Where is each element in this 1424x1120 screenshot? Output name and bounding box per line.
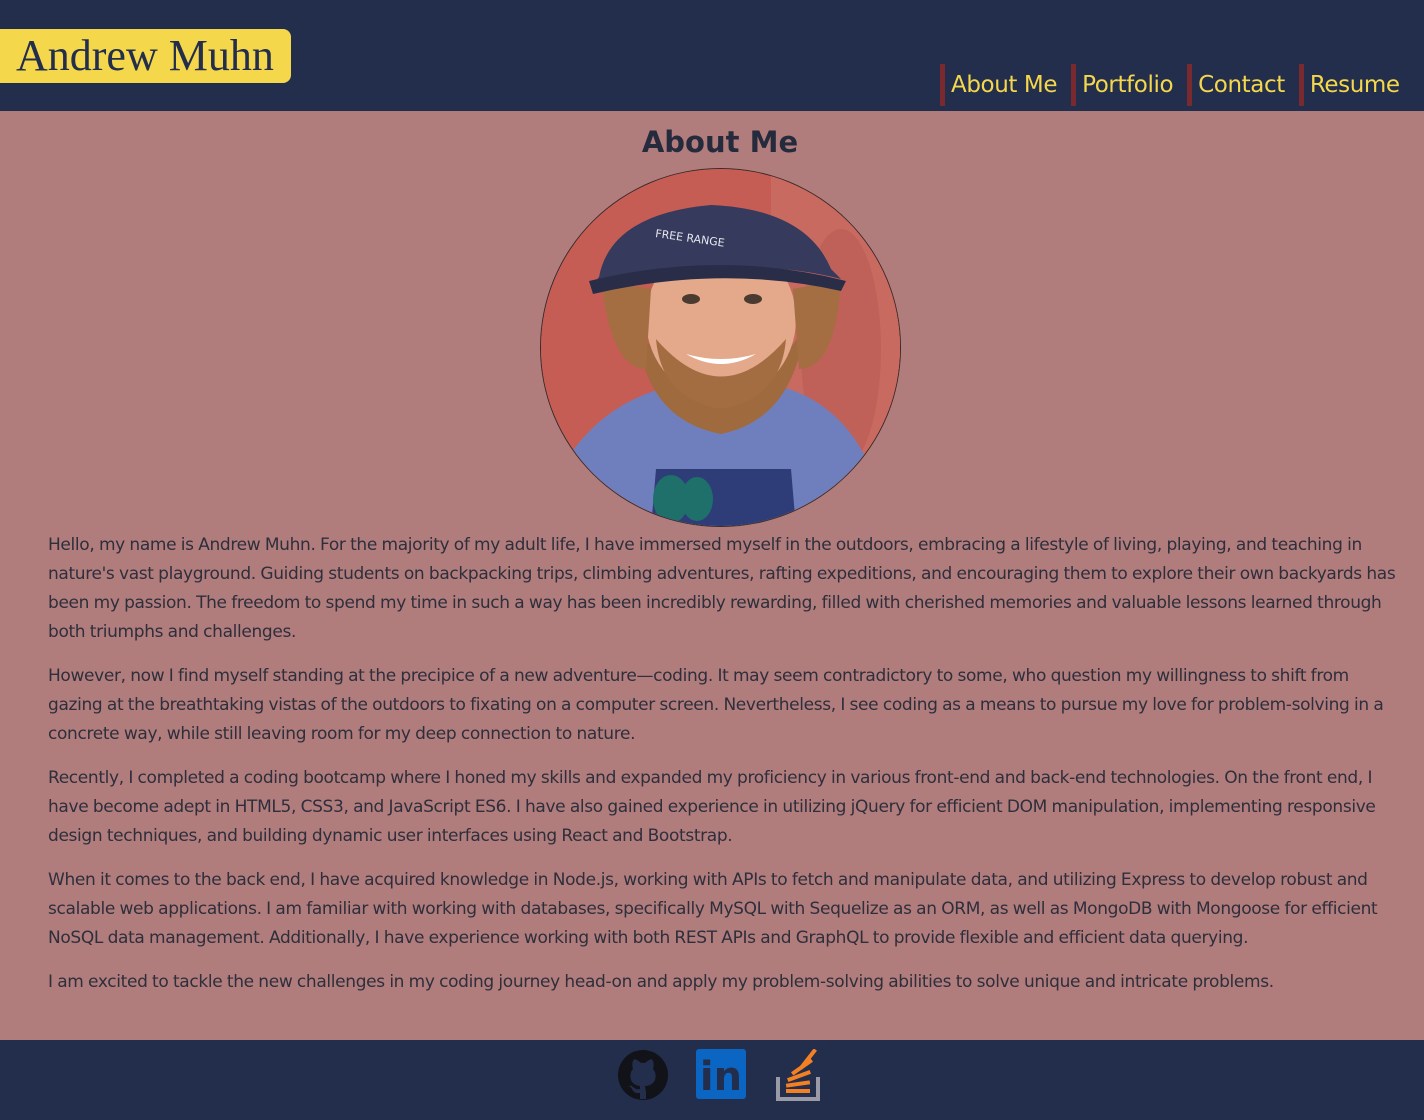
linkedin-label: in (700, 1054, 742, 1099)
bio-text: Hello, my name is Andrew Muhn. For the m… (48, 531, 1398, 1012)
main-nav: About Me Portfolio Contact Resume (940, 64, 1414, 106)
stackoverflow-link[interactable] (776, 1048, 822, 1105)
linkedin-icon: in (696, 1049, 746, 1100)
about-section: About Me FREE RANGE Hello, my name is An… (0, 111, 1424, 1040)
site-brand[interactable]: Andrew Muhn (0, 29, 291, 83)
linkedin-link[interactable]: in (696, 1049, 746, 1103)
nav-contact[interactable]: Contact (1187, 64, 1299, 106)
nav-resume[interactable]: Resume (1298, 64, 1414, 106)
portrait-illustration: FREE RANGE (541, 169, 900, 526)
site-header: Andrew Muhn About Me Portfolio Contact R… (0, 0, 1424, 111)
nav-about-me[interactable]: About Me (940, 64, 1071, 106)
bio-paragraph: I am excited to tackle the new challenge… (48, 972, 1274, 992)
bio-paragraph: However, now I find myself standing at t… (48, 666, 1384, 744)
bio-paragraph: Hello, my name is Andrew Muhn. For the m… (48, 535, 1396, 642)
github-icon (618, 1050, 668, 1100)
nav-portfolio[interactable]: Portfolio (1071, 64, 1187, 106)
stackoverflow-icon (776, 1048, 820, 1101)
bio-paragraph: When it comes to the back end, I have ac… (48, 870, 1378, 948)
github-link[interactable] (617, 1049, 669, 1105)
section-title: About Me (641, 125, 799, 159)
site-footer: in (0, 1040, 1424, 1120)
bio-paragraph: Recently, I completed a coding bootcamp … (48, 768, 1376, 846)
profile-photo: FREE RANGE (540, 168, 901, 527)
